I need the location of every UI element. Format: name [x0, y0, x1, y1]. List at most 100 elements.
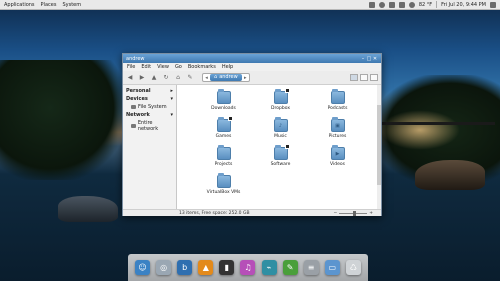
- symlink-badge-icon: [284, 144, 290, 149]
- window-body: Personal ▸ Devices ▾ File System Network…: [123, 85, 381, 209]
- sidebar-section-devices[interactable]: Devices ▾: [123, 95, 176, 103]
- forward-icon[interactable]: ▶: [138, 74, 146, 82]
- scrollbar-thumb[interactable]: [377, 105, 381, 185]
- file-item[interactable]: ♪ Music: [252, 117, 309, 147]
- web-browser-app-icon[interactable]: ◎: [156, 260, 172, 275]
- sidebar-section-label: Network: [126, 112, 150, 118]
- zoom-out-icon[interactable]: −: [333, 211, 337, 216]
- folder-icon: ♪: [273, 117, 288, 132]
- menu-help[interactable]: Help: [222, 64, 233, 70]
- window-titlebar[interactable]: andrew – □ ✕: [123, 54, 381, 63]
- volume-icon[interactable]: [388, 1, 395, 8]
- symlink-badge-icon: [227, 116, 233, 121]
- file-item-label: Projects: [214, 162, 233, 167]
- file-item-label: Dropbox: [271, 106, 290, 111]
- wallpaper-rock-right: [415, 160, 485, 190]
- edit-path-icon[interactable]: ✎: [186, 74, 194, 82]
- settings-app-icon[interactable]: ✎: [282, 260, 298, 275]
- file-item[interactable]: Podcasts: [309, 89, 366, 119]
- system-monitor-app-icon[interactable]: ⌁: [261, 260, 277, 275]
- zoom-control: − +: [333, 210, 373, 216]
- network-icon[interactable]: [378, 1, 385, 8]
- window-title: andrew: [126, 55, 145, 62]
- up-icon[interactable]: ▲: [150, 74, 158, 82]
- sidebar-section-personal[interactable]: Personal ▸: [123, 87, 176, 95]
- trash-app-icon[interactable]: ♺: [345, 260, 361, 275]
- sidebar-section-label: Devices: [126, 96, 148, 102]
- power-icon[interactable]: [490, 1, 496, 8]
- path-bar: ◂ ⌂ andrew ▸: [202, 73, 250, 82]
- file-item[interactable]: Downloads: [195, 89, 252, 119]
- icon-view-icon[interactable]: [350, 74, 358, 81]
- sidebar-section-network[interactable]: Network ▾: [123, 111, 176, 119]
- close-icon[interactable]: ✕: [372, 56, 378, 62]
- status-text: 13 items, Free space: 252.0 GB: [179, 210, 250, 216]
- tray-divider: [436, 1, 438, 8]
- top-panel-menus: Applications Places System: [0, 2, 81, 8]
- zoom-slider-knob[interactable]: [352, 210, 356, 216]
- temperature-readout[interactable]: 82 °F: [419, 2, 432, 8]
- chevron-down-icon: ▾: [170, 96, 173, 102]
- system-tray: 82 °F Fri Jul 20, 9:44 PM: [368, 1, 500, 8]
- compact-view-icon[interactable]: [370, 74, 378, 81]
- network-computers-icon: [131, 124, 136, 128]
- clock[interactable]: Fri Jul 20, 9:44 PM: [441, 2, 486, 8]
- file-item[interactable]: Dropbox: [252, 88, 309, 119]
- menu-applications[interactable]: Applications: [4, 2, 35, 8]
- list-view-icon[interactable]: [360, 74, 368, 81]
- folder-icon: [273, 88, 290, 104]
- folder-emblem-icon: ♪: [278, 122, 283, 129]
- menu-view[interactable]: View: [157, 64, 169, 70]
- file-item-label: Downloads: [211, 106, 236, 111]
- symlink-badge-icon: [284, 88, 290, 93]
- folder-emblem-icon: ▣: [335, 122, 340, 129]
- vuze-app-icon[interactable]: b: [177, 260, 193, 275]
- home-icon[interactable]: ⌂: [174, 74, 182, 82]
- menu-system[interactable]: System: [62, 2, 81, 8]
- path-left-arrow-icon[interactable]: ◂: [203, 74, 210, 81]
- path-right-arrow-icon[interactable]: ▸: [242, 74, 249, 81]
- dock: ☺ ◎ b ▲ ▮ ♫ ⌁ ✎ ≡ ▭ ♺: [128, 254, 368, 281]
- sidebar-section-label: Personal: [126, 88, 151, 94]
- file-item[interactable]: Games: [195, 116, 252, 147]
- path-crumb-home[interactable]: ⌂ andrew: [210, 74, 242, 81]
- sidebar-item-entire-network[interactable]: Entire network: [123, 119, 176, 133]
- chevron-down-icon: ▾: [170, 112, 173, 118]
- file-item[interactable]: VirtualBox VMs: [195, 173, 252, 203]
- file-manager-window: andrew – □ ✕ File Edit View Go Bookmarks…: [122, 53, 382, 216]
- sidebar: Personal ▸ Devices ▾ File System Network…: [123, 85, 177, 209]
- folder-icon: [216, 116, 233, 132]
- menu-places[interactable]: Places: [41, 2, 57, 8]
- back-icon[interactable]: ◀: [126, 74, 134, 82]
- battery-icon[interactable]: [398, 1, 405, 8]
- reload-icon[interactable]: ↻: [162, 74, 170, 82]
- file-item-label: Games: [215, 134, 232, 139]
- sidebar-item-file-system[interactable]: File System: [123, 103, 176, 111]
- file-item[interactable]: ▶ Videos: [309, 145, 366, 175]
- menu-bookmarks[interactable]: Bookmarks: [188, 64, 216, 70]
- file-item[interactable]: Software: [252, 144, 309, 175]
- menu-go[interactable]: Go: [175, 64, 182, 70]
- home-folder-app-icon[interactable]: ▭: [324, 260, 340, 275]
- menu-edit[interactable]: Edit: [141, 64, 151, 70]
- folder-icon: [330, 89, 345, 104]
- wallpaper-bridge: [375, 122, 495, 125]
- finder-app-icon[interactable]: ☺: [135, 260, 151, 275]
- weather-icon[interactable]: [408, 1, 415, 8]
- menu-file[interactable]: File: [127, 64, 135, 70]
- file-item[interactable]: Projects: [195, 145, 252, 175]
- file-item-label: Software: [270, 162, 291, 167]
- zoom-slider[interactable]: [339, 210, 368, 216]
- zoom-in-icon[interactable]: +: [369, 211, 373, 216]
- file-item-label: Pictures: [328, 134, 347, 139]
- file-view: Downloads Dropbox Podcasts Games ♪ Music ▣ Pict…: [177, 85, 381, 209]
- vlc-app-icon[interactable]: ▲: [198, 260, 214, 275]
- dropbox-tray-icon[interactable]: [368, 1, 375, 8]
- folder-icon: [273, 144, 290, 160]
- vertical-scrollbar[interactable]: [377, 85, 381, 209]
- text-editor-app-icon[interactable]: ≡: [303, 260, 319, 275]
- sidebar-item-label: File System: [138, 104, 167, 110]
- media-player-app-icon[interactable]: ♫: [240, 260, 256, 275]
- terminal-app-icon[interactable]: ▮: [219, 260, 235, 275]
- file-item[interactable]: ▣ Pictures: [309, 117, 366, 147]
